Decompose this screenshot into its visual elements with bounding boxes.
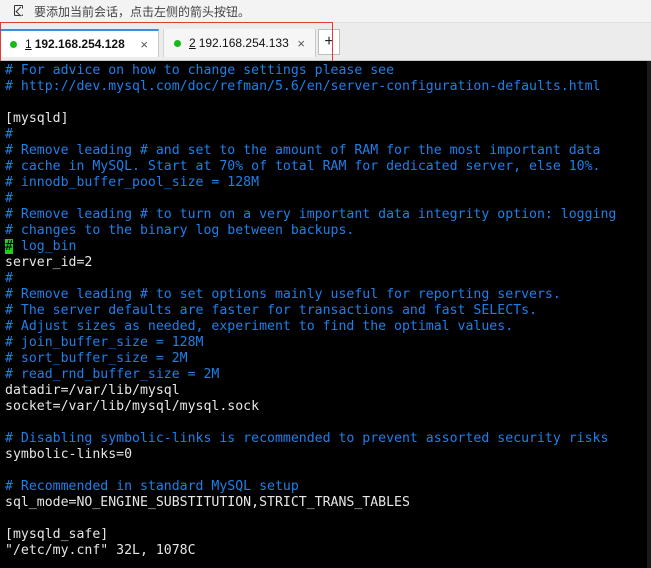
terminal-line: # cache in MySQL. Start at 70% of total … (5, 159, 601, 174)
terminal-line: # For advice on how to change settings p… (5, 63, 395, 78)
terminal-line: # Adjust sizes as needed, experiment to … (5, 319, 514, 334)
text-cursor: # (5, 239, 13, 254)
hint-text: 要添加当前会话，点击左侧的箭头按钮。 (34, 4, 251, 19)
terminal-line: datadir=/var/lib/mysql (5, 383, 180, 398)
terminal-line: # Remove leading # to set options mainly… (5, 287, 561, 302)
terminal-line: # Recommended in standard MySQL setup (5, 479, 299, 494)
terminal-line: "/etc/my.cnf" 32L, 1078C (5, 543, 196, 558)
tab-number: 2 (189, 36, 196, 50)
terminal-line: # http://dev.mysql.com/doc/refman/5.6/en… (5, 79, 601, 94)
session-tab-1[interactable]: 1 192.168.254.128 × (0, 29, 159, 57)
terminal-line: # read_rnd_buffer_size = 2M (5, 367, 220, 382)
terminal-line: # Remove leading # and set to the amount… (5, 143, 601, 158)
terminal-line: symbolic-links=0 (5, 447, 133, 462)
terminal-line: server_id=2 (5, 255, 93, 270)
terminal-line: socket=/var/lib/mysql/mysql.sock (5, 399, 260, 414)
session-tab-2[interactable]: 2 192.168.254.133 × (163, 29, 316, 57)
add-tab-button[interactable]: + (318, 29, 340, 55)
terminal-line: # join_buffer_size = 128M (5, 335, 204, 350)
session-tab-bar: 1 192.168.254.128 × 2 192.168.254.133 × … (0, 23, 651, 61)
terminal-line: # (5, 127, 13, 142)
terminal-scrollbar[interactable] (647, 61, 651, 568)
terminal-line: # (5, 271, 13, 286)
close-tab-icon[interactable]: × (297, 36, 305, 51)
hint-bar: 要添加当前会话，点击左侧的箭头按钮。 (0, 0, 651, 23)
terminal-line: # The server defaults are faster for tra… (5, 303, 537, 318)
terminal-output[interactable]: # For advice on how to change settings p… (0, 61, 651, 568)
terminal-line: [mysqld] (5, 111, 69, 126)
terminal-line: sql_mode=NO_ENGINE_SUBSTITUTION,STRICT_T… (5, 495, 410, 510)
terminal-line: # changes to the binary log between back… (5, 223, 355, 238)
terminal-line: # sort_buffer_size = 2M (5, 351, 188, 366)
close-tab-icon[interactable]: × (140, 37, 148, 52)
terminal-line: # (5, 191, 13, 206)
tab-number: 1 (25, 37, 32, 51)
terminal-line: [mysqld_safe] (5, 527, 109, 542)
tab-title: 192.168.254.128 (34, 37, 125, 51)
connected-status-icon (174, 39, 181, 47)
terminal-line: # innodb_buffer_pool_size = 128M (5, 175, 260, 190)
terminal-line: # Remove leading # to turn on a very imp… (5, 207, 617, 222)
terminal-line: # log_bin (5, 239, 77, 254)
terminal-line: # Disabling symbolic-links is recommende… (5, 431, 609, 446)
add-session-arrow-icon[interactable] (12, 4, 26, 18)
tab-title: 192.168.254.133 (198, 36, 289, 50)
connected-status-icon (10, 40, 17, 48)
